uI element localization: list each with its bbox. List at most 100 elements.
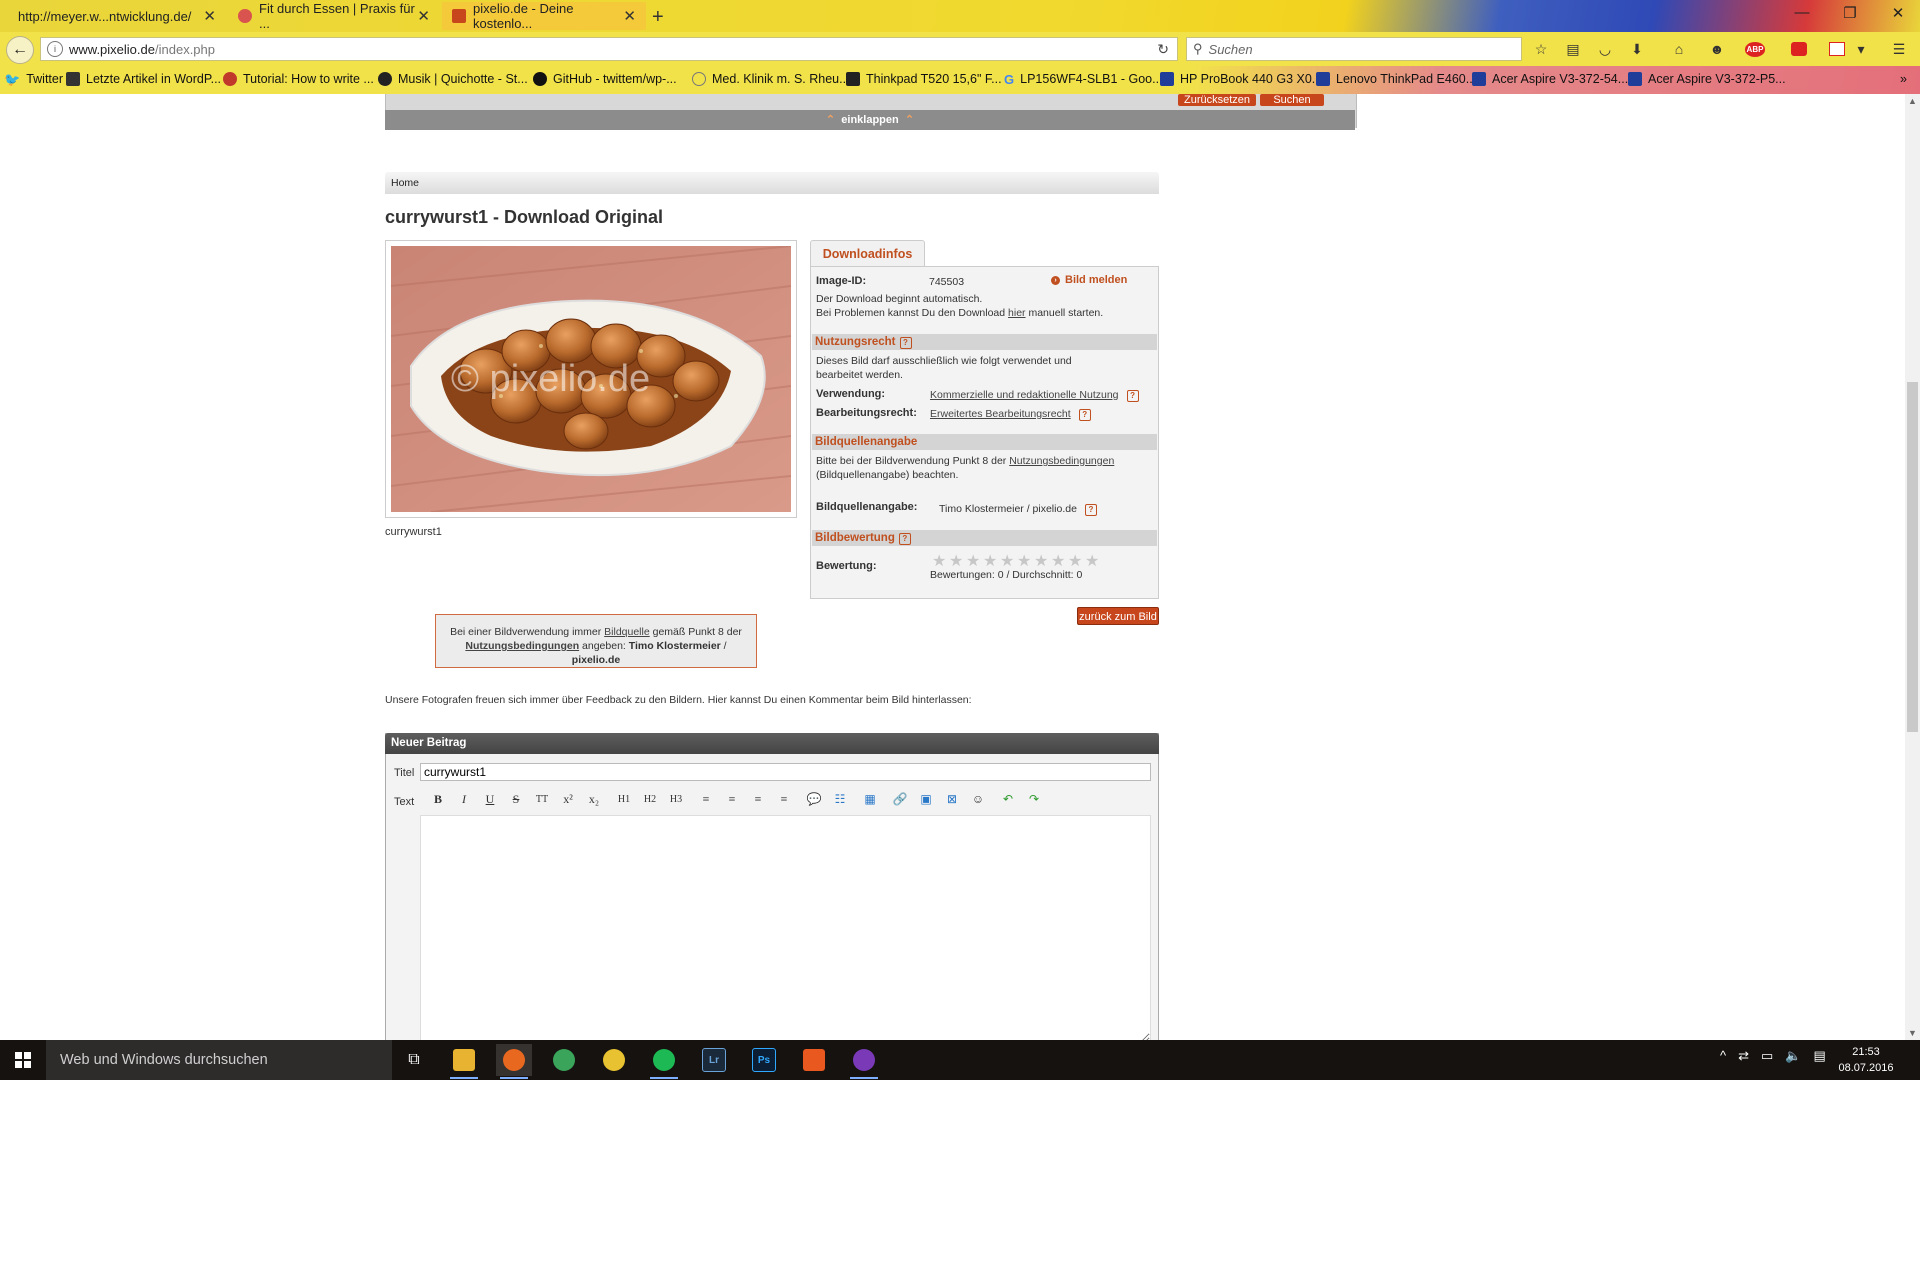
bookmark-item[interactable]: Lenovo ThinkPad E460...: [1316, 72, 1476, 86]
rating-star-icon[interactable]: ★: [1034, 554, 1049, 570]
app-purple-icon[interactable]: [846, 1044, 882, 1079]
help-icon[interactable]: ?: [1078, 409, 1091, 421]
align-right-icon[interactable]: ≡: [745, 792, 771, 807]
adblock-icon[interactable]: ABP: [1744, 38, 1766, 60]
chrome-icon[interactable]: [596, 1044, 632, 1076]
info-icon[interactable]: i: [47, 41, 63, 57]
list-icon[interactable]: ☷: [827, 792, 853, 807]
minimize-icon[interactable]: —: [1780, 4, 1824, 21]
file-explorer-icon[interactable]: [446, 1044, 482, 1079]
bookmark-item[interactable]: Tutorial: How to write ...: [223, 72, 374, 86]
xampp-icon[interactable]: [796, 1044, 832, 1076]
remove-image-icon[interactable]: ⊠: [939, 792, 965, 807]
superscript-icon[interactable]: x²: [555, 792, 581, 807]
align-center-icon[interactable]: ≡: [719, 792, 745, 807]
photoshop-icon[interactable]: Ps: [746, 1044, 782, 1076]
align-justify-icon[interactable]: ≡: [771, 792, 797, 807]
bold-icon[interactable]: B: [425, 792, 451, 807]
italic-icon[interactable]: I: [451, 792, 477, 807]
usage-link[interactable]: Kommerzielle und redaktionelle Nutzung: [930, 389, 1119, 401]
rating-star-icon[interactable]: ★: [1085, 554, 1100, 570]
tab-fit-durch-essen[interactable]: Fit durch Essen | Praxis für ... ✕: [228, 1, 440, 31]
title-input[interactable]: [420, 763, 1151, 781]
bookmark-item[interactable]: Acer Aspire V3-372-P5...: [1628, 72, 1786, 86]
menu-icon[interactable]: ☰: [1888, 38, 1910, 60]
home-icon[interactable]: ⌂: [1668, 38, 1690, 60]
heading1-icon[interactable]: H1: [611, 794, 637, 805]
collapse-bar[interactable]: ⌃ einklappen ⌃: [385, 110, 1355, 130]
scrollbar-thumb[interactable]: [1907, 382, 1918, 732]
app-globe-icon[interactable]: [546, 1044, 582, 1076]
terms-link[interactable]: Nutzungsbedingungen: [1009, 455, 1114, 467]
chevron-down-icon[interactable]: ▾: [1850, 38, 1872, 60]
help-icon[interactable]: ?: [898, 533, 911, 545]
reading-list-icon[interactable]: ▤: [1562, 38, 1584, 60]
back-to-image-button[interactable]: zurück zum Bild: [1077, 607, 1159, 625]
rating-star-icon[interactable]: ★: [1017, 554, 1032, 570]
image-source-link[interactable]: Bildquelle: [604, 626, 650, 638]
clock[interactable]: 21:53 08.07.2016: [1836, 1044, 1896, 1076]
help-icon[interactable]: ?: [1084, 504, 1097, 516]
firefox-icon[interactable]: [496, 1044, 532, 1079]
bookmark-item[interactable]: Musik | Quichotte - St...: [378, 72, 528, 86]
terms-link[interactable]: Nutzungsbedingungen: [465, 640, 579, 652]
heading2-icon[interactable]: H2: [637, 794, 663, 805]
breadcrumb-home-link[interactable]: Home: [391, 177, 419, 189]
new-tab-button[interactable]: +: [652, 6, 664, 29]
rating-stars[interactable]: ★ ★ ★ ★ ★ ★ ★ ★ ★ ★: [932, 554, 1100, 570]
bookmark-item[interactable]: HP ProBook 440 G3 X0...: [1160, 72, 1322, 86]
notifications-icon[interactable]: ▤: [1814, 1048, 1826, 1064]
subscript-icon[interactable]: x₂: [581, 792, 607, 807]
manual-download-link[interactable]: hier: [1008, 307, 1026, 319]
redo-icon[interactable]: ↷: [1021, 792, 1047, 807]
help-icon[interactable]: ?: [899, 337, 912, 349]
rating-star-icon[interactable]: ★: [1000, 554, 1015, 570]
scroll-down-icon[interactable]: ▼: [1905, 1028, 1920, 1038]
bookmark-item[interactable]: Letzte Artikel in WordP...: [66, 72, 221, 86]
scroll-up-icon[interactable]: ▲: [1905, 96, 1920, 106]
report-image-link[interactable]: › Bild melden: [1051, 274, 1127, 286]
bookmark-star-icon[interactable]: ☆: [1530, 38, 1552, 60]
quote-icon[interactable]: 💬: [801, 792, 827, 807]
close-icon[interactable]: ✕: [203, 7, 216, 25]
extension-icon[interactable]: [1788, 38, 1810, 60]
chat-icon[interactable]: ☻: [1706, 38, 1728, 60]
maximize-icon[interactable]: ❐: [1828, 4, 1872, 22]
tab-meyer[interactable]: http://meyer.w...ntwicklung.de/ ✕: [8, 2, 226, 30]
table-icon[interactable]: ▦: [857, 792, 883, 807]
help-icon[interactable]: ?: [1126, 390, 1139, 402]
bookmark-item[interactable]: GitHub - twittem/wp-...: [533, 72, 677, 86]
windows-start-button[interactable]: [0, 1040, 46, 1080]
reset-button[interactable]: Zurücksetzen: [1178, 94, 1256, 106]
image-icon[interactable]: ▣: [913, 792, 939, 807]
close-window-icon[interactable]: ✕: [1876, 4, 1920, 22]
url-bar[interactable]: i www.pixelio.de/index.php ↻: [40, 37, 1178, 61]
smiley-icon[interactable]: ☺: [965, 792, 991, 807]
bookmark-item[interactable]: G LP156WF4-SLB1 - Goo...: [1004, 72, 1163, 87]
back-button[interactable]: ←: [6, 36, 34, 64]
lightroom-icon[interactable]: Lr: [696, 1044, 732, 1076]
rating-star-icon[interactable]: ★: [949, 554, 964, 570]
bookmark-item[interactable]: Thinkpad T520 15,6" F...: [846, 72, 1002, 86]
rating-star-icon[interactable]: ★: [966, 554, 981, 570]
connect-icon[interactable]: ▭: [1761, 1048, 1773, 1064]
tab-downloadinfos[interactable]: Downloadinfos: [810, 240, 925, 267]
spotify-icon[interactable]: [646, 1044, 682, 1079]
network-share-icon[interactable]: ⇄: [1738, 1048, 1749, 1064]
align-left-icon[interactable]: ≡: [693, 792, 719, 807]
bookmark-item[interactable]: Med. Klinik m. S. Rheu...: [692, 72, 850, 86]
pocket-icon[interactable]: ◡: [1594, 38, 1616, 60]
bookmark-item[interactable]: 🐦 Twitter: [4, 72, 63, 87]
volume-icon[interactable]: 🔈: [1785, 1048, 1801, 1064]
rating-star-icon[interactable]: ★: [1051, 554, 1066, 570]
underline-icon[interactable]: U: [477, 792, 503, 807]
close-icon[interactable]: ✕: [417, 7, 430, 25]
reload-icon[interactable]: ↻: [1157, 41, 1169, 58]
tab-pixelio[interactable]: pixelio.de - Deine kostenlo... ✕: [442, 1, 646, 31]
news-icon[interactable]: [1826, 38, 1848, 60]
bookmarks-overflow-button[interactable]: »: [1900, 72, 1907, 86]
photo-currywurst[interactable]: © pixelio.de: [391, 246, 791, 512]
link-icon[interactable]: 🔗: [887, 792, 913, 807]
download-icon[interactable]: ⬇: [1626, 38, 1648, 60]
bookmark-item[interactable]: Acer Aspire V3-372-54...: [1472, 72, 1628, 86]
